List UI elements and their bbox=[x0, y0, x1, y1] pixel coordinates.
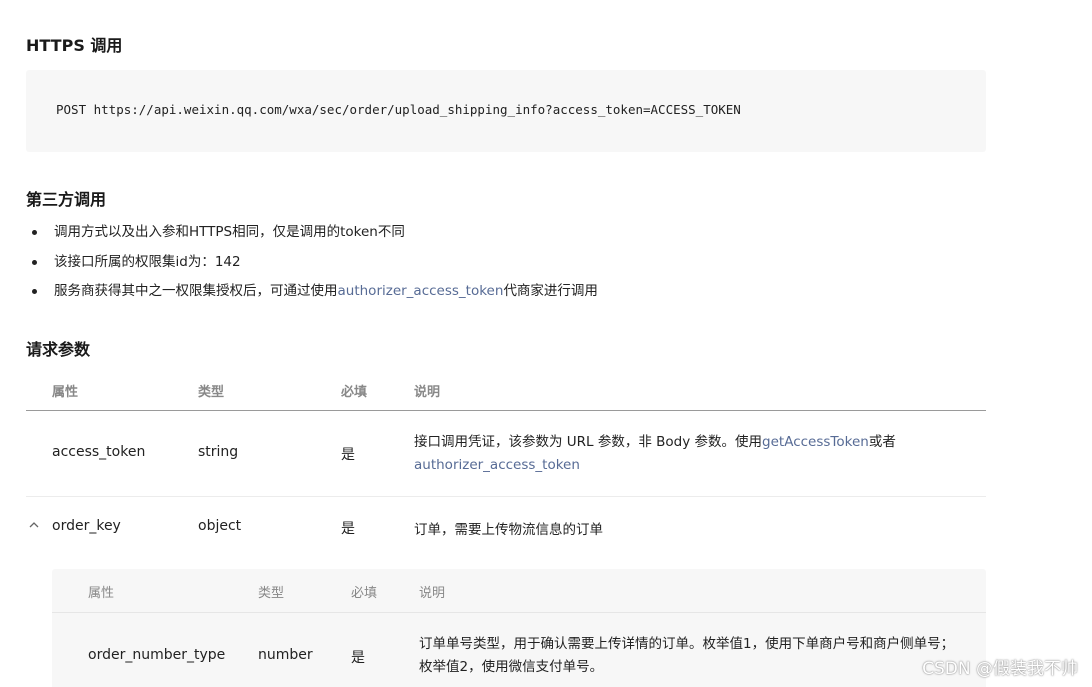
header-required: 必填 bbox=[341, 385, 368, 400]
section-title-params: 请求参数 bbox=[26, 340, 91, 359]
header-required: 必填 bbox=[351, 586, 378, 601]
header-name: 属性 bbox=[52, 385, 79, 400]
bullet-icon bbox=[32, 230, 37, 235]
param-name: order_number_type bbox=[88, 647, 226, 663]
bullet-icon bbox=[32, 289, 37, 294]
list-item-text: 调用方式以及出入参和HTTPS相同，仅是调用的token不同 bbox=[54, 224, 405, 240]
authorizer-access-token-link[interactable]: authorizer_access_token bbox=[414, 457, 580, 473]
param-type: string bbox=[198, 444, 239, 460]
param-description: 订单单号类型，用于确认需要上传详情的订单。枚举值1，使用下单商户号和商户侧单号；… bbox=[419, 633, 979, 679]
list-item-text: 代商家进行调用 bbox=[503, 283, 598, 299]
authorizer-token-link[interactable]: authorizer_access_token bbox=[338, 283, 504, 299]
param-type: object bbox=[198, 518, 242, 534]
param-name: access_token bbox=[52, 444, 146, 460]
get-access-token-link[interactable]: getAccessToken bbox=[762, 434, 869, 450]
list-item: 服务商获得其中之一权限集授权后，可通过使用authorizer_access_t… bbox=[26, 279, 598, 309]
param-required: 是 bbox=[341, 521, 355, 537]
header-description: 说明 bbox=[419, 586, 446, 601]
section-title-https: HTTPS 调用 bbox=[26, 36, 123, 55]
third-party-list: 调用方式以及出入参和HTTPS相同，仅是调用的token不同 该接口所属的权限集… bbox=[26, 220, 598, 309]
section-title-third-party: 第三方调用 bbox=[26, 190, 107, 209]
list-item: 调用方式以及出入参和HTTPS相同，仅是调用的token不同 bbox=[26, 220, 598, 250]
header-description: 说明 bbox=[414, 385, 441, 400]
nested-params-table: 属性 类型 必填 说明 order_number_type number 是 订… bbox=[52, 569, 986, 687]
table-row: order_number_type number 是 订单单号类型，用于确认需要… bbox=[52, 613, 986, 687]
description-text: 接口调用凭证，该参数为 URL 参数，非 Body 参数。使用 bbox=[414, 434, 763, 450]
param-name: order_key bbox=[52, 518, 121, 534]
list-item-text: 服务商获得其中之一权限集授权后，可通过使用 bbox=[54, 283, 338, 299]
table-row: access_token string 是 接口调用凭证，该参数为 URL 参数… bbox=[26, 411, 986, 497]
param-description: 订单，需要上传物流信息的订单 bbox=[414, 522, 603, 538]
request-url: POST https://api.weixin.qq.com/wxa/sec/o… bbox=[56, 102, 741, 117]
header-name: 属性 bbox=[88, 586, 115, 601]
list-item: 该接口所属的权限集id为：142 bbox=[26, 250, 598, 280]
watermark: CSDN @假装我不帅 bbox=[922, 659, 1078, 679]
bullet-icon bbox=[32, 259, 37, 265]
description-text: 或者 bbox=[868, 434, 896, 450]
description-line: 订单单号类型，用于确认需要上传详情的订单。枚举值1，使用下单商户号和商户侧单号； bbox=[419, 636, 955, 652]
chevron-up-icon[interactable] bbox=[28, 519, 40, 531]
description-line: 枚举值2，使用微信支付单号。 bbox=[419, 659, 604, 675]
header-type: 类型 bbox=[198, 385, 225, 400]
list-item-text: 该接口所属的权限集id为：142 bbox=[54, 253, 241, 270]
param-required: 是 bbox=[341, 447, 355, 463]
param-type: number bbox=[258, 647, 313, 663]
table-row: order_key object 是 订单，需要上传物流信息的订单 bbox=[26, 497, 986, 557]
header-type: 类型 bbox=[258, 586, 285, 601]
doc-page: HTTPS 调用 POST https://api.weixin.qq.com/… bbox=[0, 0, 1092, 687]
nested-table-header: 属性 类型 必填 说明 bbox=[52, 569, 986, 613]
code-block: POST https://api.weixin.qq.com/wxa/sec/o… bbox=[26, 70, 986, 152]
param-description: 接口调用凭证，该参数为 URL 参数，非 Body 参数。使用getAccess… bbox=[414, 431, 974, 477]
param-required: 是 bbox=[351, 650, 365, 666]
params-table-header: 属性 类型 必填 说明 bbox=[26, 370, 986, 411]
